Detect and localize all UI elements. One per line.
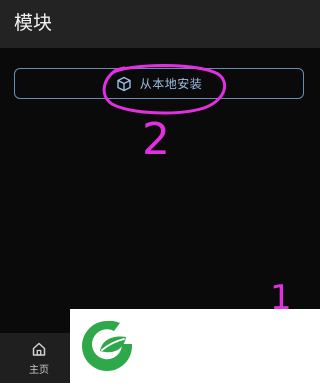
logo-overlay: [70, 309, 320, 383]
install-from-local-button[interactable]: 从本地安装: [14, 68, 304, 99]
home-icon: [31, 341, 47, 357]
page-title: 模块: [14, 12, 53, 34]
install-button-label: 从本地安装: [139, 77, 203, 91]
nav-item-home[interactable]: 主页: [0, 333, 78, 383]
cube-icon: [116, 76, 132, 92]
app-window: 模块 从本地安装 2 1 主页: [0, 0, 320, 383]
leaf-logo-icon: [82, 320, 132, 371]
top-bar: 模块: [0, 0, 320, 48]
annotation-number-2: 2: [142, 114, 170, 165]
nav-home-label: 主页: [29, 364, 49, 376]
